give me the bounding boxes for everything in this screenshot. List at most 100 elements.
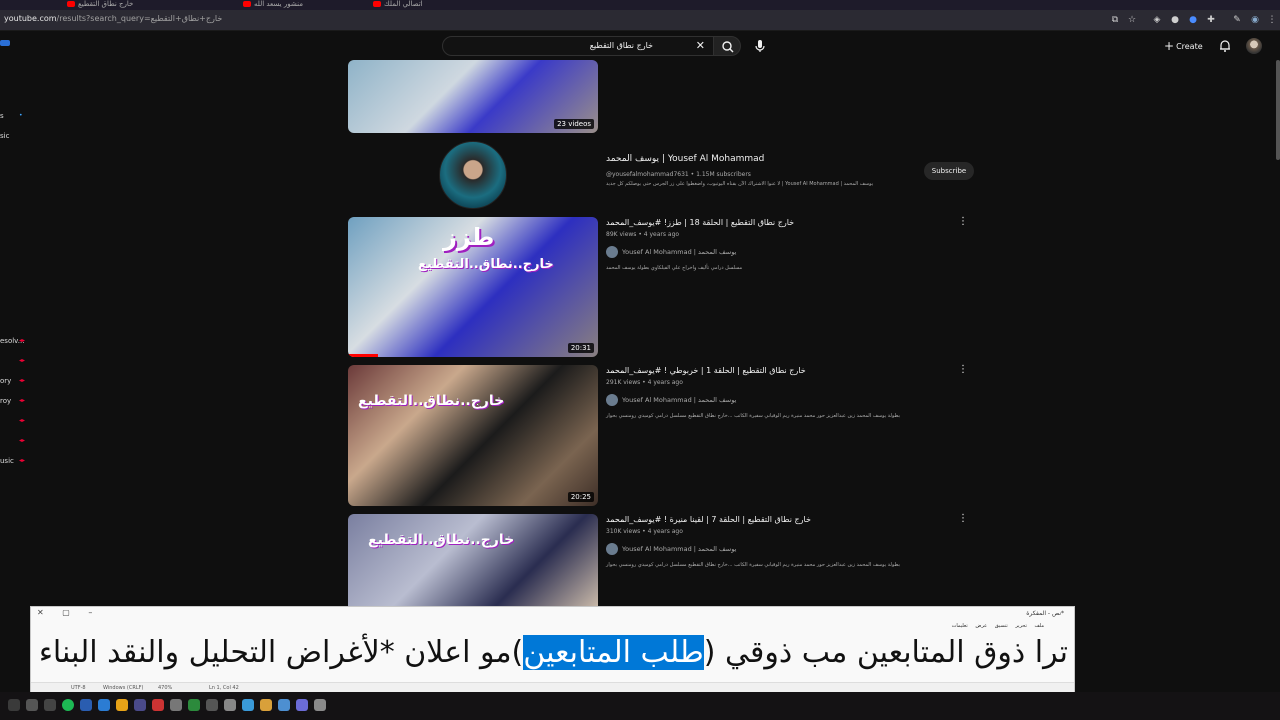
window-controls: ✕ ▢ – — [37, 608, 108, 617]
video-thumbnail[interactable]: طزز خارج..نطاق..التقطيع 20:31 — [348, 217, 598, 357]
notepad-menu-bar: ملف تحرير تنسيق عرض تعليمات — [952, 623, 1044, 629]
video-title[interactable]: خارج نطاق التقطيع | الحلقة 18 | طزز! #يو… — [606, 218, 794, 227]
more-actions-icon[interactable]: ⋮ — [958, 364, 968, 375]
thumbnail-overlay-text: طزز — [443, 223, 495, 251]
browser-tab-strip: خارج نطاق التقطيع منشور يسعد الله اتصالي… — [0, 0, 1280, 10]
youtube-logo-icon[interactable] — [0, 40, 10, 46]
video-title[interactable]: خارج نطاق التقطيع | الحلقة 7 | لقينا مني… — [606, 515, 811, 524]
taskbar-app-icon[interactable] — [134, 699, 146, 711]
taskbar-app-icon[interactable] — [98, 699, 110, 711]
taskbar-app-icon[interactable] — [152, 699, 164, 711]
sidebar-item[interactable]: s — [0, 112, 4, 120]
channel-avatar-small — [606, 543, 618, 555]
youtube-favicon-icon — [373, 1, 381, 7]
extension-icon[interactable]: ● — [1188, 15, 1198, 25]
video-channel[interactable]: Yousef Al Mohammad | يوسف المحمد — [606, 246, 736, 258]
maximize-window-icon[interactable]: ▢ — [62, 608, 70, 617]
youtube-favicon-icon — [243, 1, 251, 7]
search-input[interactable]: خارج نطاق التقطيع ✕ — [442, 36, 714, 56]
taskbar-app-icon[interactable] — [188, 699, 200, 711]
url-text[interactable]: youtube.com/results?search_query=خارج+نط… — [4, 14, 222, 23]
live-indicator-icon: ◂▸ — [19, 377, 26, 384]
taskbar-app-icon[interactable] — [314, 699, 326, 711]
live-indicator-icon: ◂▸ — [19, 457, 26, 464]
video-channel[interactable]: Yousef Al Mohammad | يوسف المحمد — [606, 543, 736, 555]
youtube-header: خارج نطاق التقطيع ✕ + Create — [0, 31, 1280, 60]
video-thumbnail[interactable]: خارج..نطاق..التقطيع 20:25 — [348, 365, 598, 506]
menu-edit[interactable]: تحرير — [1015, 623, 1027, 629]
folder-icon[interactable] — [116, 699, 128, 711]
live-indicator-icon: ◂▸ — [19, 357, 26, 364]
subscribe-button[interactable]: Subscribe — [924, 162, 974, 180]
taskbar-app-icon[interactable] — [206, 699, 218, 711]
extension-icon[interactable]: ◈ — [1152, 15, 1162, 25]
status-zoom: 470% — [158, 685, 173, 691]
video-meta: 291K views • 4 years ago — [606, 379, 683, 386]
page-scrollbar[interactable] — [1276, 60, 1280, 160]
notepad-window: ✕ ▢ – *نص - المفكرة ملف تحرير تنسيق عرض … — [30, 606, 1075, 693]
notepad-text-area[interactable]: ترا ذوق المتابعين مب ذوقي (طلب المتابعين… — [39, 633, 1068, 673]
minimize-window-icon[interactable]: – — [88, 608, 92, 617]
taskbar-app-icon[interactable] — [278, 699, 290, 711]
browser-tab[interactable]: خارج نطاق التقطيع — [64, 0, 154, 10]
live-indicator-icon: ◂▸ — [19, 417, 26, 424]
create-button[interactable]: + Create — [1164, 39, 1203, 53]
thumbnail-overlay-text: خارج..نطاق..التقطيع — [368, 532, 515, 548]
bell-icon — [1220, 40, 1230, 52]
clear-search-icon[interactable]: ✕ — [696, 39, 705, 52]
more-actions-icon[interactable]: ⋮ — [958, 513, 968, 524]
live-indicator-icon: ◂▸ — [19, 437, 26, 444]
menu-format[interactable]: تنسيق — [995, 623, 1008, 629]
browser-tab[interactable]: منشور يسعد الله — [240, 0, 320, 10]
channel-avatar[interactable] — [439, 141, 507, 209]
voice-search-button[interactable] — [750, 36, 770, 56]
install-app-icon[interactable]: ⧉ — [1110, 15, 1120, 25]
video-channel[interactable]: Yousef Al Mohammad | يوسف المحمد — [606, 394, 736, 406]
thumbnail-overlay-text: خارج..نطاق..التقطيع — [358, 393, 505, 409]
channel-avatar-small — [606, 394, 618, 406]
sidebar-item[interactable]: ory — [0, 377, 11, 385]
search-icon — [722, 41, 734, 53]
account-avatar[interactable] — [1246, 38, 1262, 54]
address-bar[interactable]: youtube.com/results?search_query=خارج+نط… — [0, 10, 1280, 31]
close-window-icon[interactable]: ✕ — [37, 608, 44, 617]
menu-view[interactable]: عرض — [975, 623, 987, 629]
menu-help[interactable]: تعليمات — [952, 623, 968, 629]
browser-menu-icon[interactable]: ⋮ — [1267, 15, 1277, 25]
video-meta: 310K views • 4 years ago — [606, 528, 683, 535]
taskbar — [0, 692, 1280, 720]
channel-name[interactable]: يوسف المحمد | Yousef Al Mohammad — [606, 154, 764, 164]
taskbar-app-icon[interactable] — [242, 699, 254, 711]
taskbar-app-icon[interactable] — [296, 699, 308, 711]
notepad-title: *نص - المفكرة — [1026, 610, 1064, 617]
sidebar-item[interactable]: usic — [0, 457, 14, 465]
spotify-icon[interactable] — [62, 699, 74, 711]
extension-icon[interactable]: ● — [1170, 15, 1180, 25]
bookmark-star-icon[interactable]: ☆ — [1127, 15, 1137, 25]
extension-icon[interactable]: ✎ — [1232, 15, 1242, 25]
video-thumbnail[interactable]: خارج..نطاق..التقطيع — [348, 514, 598, 606]
notifications-button[interactable] — [1218, 38, 1232, 52]
extensions-puzzle-icon[interactable]: ✚ — [1206, 15, 1216, 25]
taskbar-app-icon[interactable] — [224, 699, 236, 711]
sidebar-item[interactable]: sic — [0, 132, 9, 140]
video-description: بطولة يوسف المحمد زين عبدالعزيز حور محمد… — [606, 413, 901, 419]
channel-description: لا عنوا الاشتراك الآن بقناه اليوتيوب، وا… — [606, 181, 874, 187]
more-actions-icon[interactable]: ⋮ — [958, 216, 968, 227]
browser-tab[interactable]: اتصالي الملك — [370, 0, 450, 10]
video-title[interactable]: خارج نطاق التقطيع | الحلقة 1 | خربوطي ! … — [606, 366, 806, 375]
sidebar-item[interactable]: roy — [0, 397, 11, 405]
profile-icon[interactable]: ◉ — [1250, 15, 1260, 25]
search-icon[interactable] — [26, 699, 38, 711]
playlist-thumbnail[interactable]: 23 videos — [348, 60, 598, 133]
taskbar-app-icon[interactable] — [44, 699, 56, 711]
start-icon[interactable] — [8, 699, 20, 711]
menu-file[interactable]: ملف — [1034, 623, 1044, 629]
taskbar-app-icon[interactable] — [80, 699, 92, 711]
watch-progress-bar — [348, 354, 378, 357]
youtube-favicon-icon — [67, 1, 75, 7]
taskbar-app-icon[interactable] — [260, 699, 272, 711]
taskbar-app-icon[interactable] — [170, 699, 182, 711]
search-button[interactable] — [713, 36, 741, 56]
video-duration: 20:31 — [567, 343, 594, 353]
